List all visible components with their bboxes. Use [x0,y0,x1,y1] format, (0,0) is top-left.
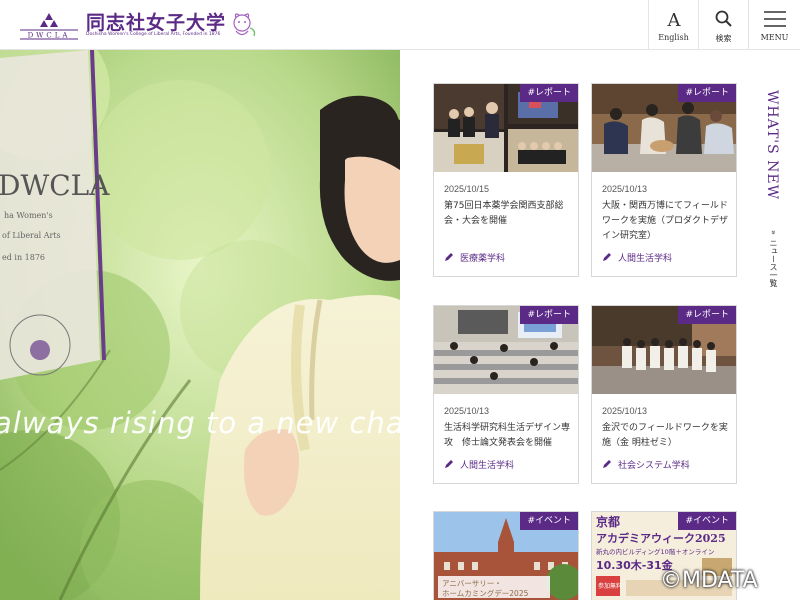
thumb-text-line: アニバーサリー・ [442,579,502,588]
language-button-label: English [658,33,689,42]
logo-name: 同志社女子大学 [86,12,227,34]
thumb-text-line: 新丸の内ビルディング10階＋オンライン [596,547,714,556]
hero-banner-line-1: ha Women's [4,211,53,220]
news-date: 2025/10/15 [444,184,490,194]
news-title[interactable]: 大阪・関西万博にてフィールドワークを実施（プロダクトデザイン研究室） [602,199,730,244]
pencil-icon [445,460,453,468]
news-category[interactable]: 医療薬学科 [444,251,505,264]
thumb-text-line: ホームカミングデー2025 [442,588,529,598]
hero-tagline: always rising to a new challe [0,406,400,440]
search-button[interactable]: 検索 [698,0,748,50]
news-section: #レポート 2025/10/15 第75回日本薬学会関西支部総会・大会を開催 医… [400,50,800,600]
news-card[interactable]: アニバーサリー・ ホームカミングデー2025 #イベント [433,511,579,600]
news-category-label: 人間生活学科 [618,254,673,264]
news-date: 2025/10/13 [444,406,490,416]
hero-visual: DWCLA ha Women's of Liberal Arts ed in 1… [0,50,400,600]
site-header: DWCLA 同志社女子大学 Doshisha Women's College o… [0,0,800,50]
thumb-text-line: 参加無料 [598,582,622,590]
news-tag[interactable]: #レポート [520,306,578,324]
pencil-icon [445,253,453,261]
search-icon [715,10,732,27]
news-list-label: ニュース一覧 [769,238,778,287]
news-thumbnail: アニバーサリー・ ホームカミングデー2025 #イベント [434,512,578,600]
news-category-label: 医療薬学科 [460,254,506,264]
double-chevron-icon: » [769,230,778,235]
news-thumbnail: #レポート [592,84,736,172]
news-date: 2025/10/13 [602,184,648,194]
hero-banner-line-2: of Liberal Arts [2,231,61,240]
language-button[interactable]: A English [648,0,698,50]
svg-text:A: A [667,10,682,29]
news-card[interactable]: #レポート 2025/10/13 金沢でのフィールドワークを実施（金 明柱ゼミ）… [591,305,737,484]
news-thumbnail: #レポート [434,306,578,394]
logo-mark-text: DWCLA [28,32,71,40]
news-tag[interactable]: #レポート [678,84,736,102]
menu-button[interactable]: MENU [748,0,800,50]
thumb-text-line: 京都 [596,514,620,529]
news-title[interactable]: 第75回日本薬学会関西支部総会・大会を開催 [444,199,572,229]
news-category[interactable]: 人間生活学科 [602,251,672,264]
logo-subtitle: Doshisha Women's College of Liberal Arts… [86,32,221,37]
pencil-icon [603,253,611,261]
news-tag[interactable]: #レポート [678,306,736,324]
whats-new-heading: WHAT'S NEW [764,90,780,201]
dwcla-emblem-icon: DWCLA [20,13,78,40]
hero-banner-text: DWCLA [0,169,110,202]
news-category[interactable]: 人間生活学科 [444,458,514,471]
letter-a-icon: A [667,10,682,29]
news-tag[interactable]: #レポート [520,84,578,102]
thumb-text-line: アカデミアウィーク2025 [596,531,726,545]
news-date: 2025/10/13 [602,406,648,416]
pencil-icon [603,460,611,468]
menu-button-label: MENU [760,33,789,42]
news-title[interactable]: 金沢でのフィールドワークを実施（金 明柱ゼミ） [602,421,730,451]
news-category-label: 社会システム学科 [618,461,690,471]
mascot-icon [233,13,256,37]
news-tag[interactable]: #イベント [520,512,578,530]
news-category[interactable]: 社会システム学科 [602,458,690,471]
news-card[interactable]: #レポート 2025/10/15 第75回日本薬学会関西支部総会・大会を開催 医… [433,83,579,277]
site-logo[interactable]: DWCLA 同志社女子大学 Doshisha Women's College o… [18,8,258,42]
news-category-label: 人間生活学科 [460,461,515,471]
news-title[interactable]: 生活科学研究科生活デザイン専攻 修士論文発表会を開催 [444,421,572,451]
news-tag[interactable]: #イベント [678,512,736,530]
hamburger-icon [764,11,786,27]
hero-photo: DWCLA ha Women's of Liberal Arts ed in 1… [0,50,400,600]
search-button-label: 検索 [715,34,732,43]
news-list-link[interactable]: » ニュース一覧 [763,230,779,320]
news-thumbnail: #レポート [434,84,578,172]
copyright-watermark: ©MDATA [660,568,758,593]
news-card[interactable]: #レポート 2025/10/13 大阪・関西万博にてフィールドワークを実施（プロ… [591,83,737,277]
news-thumbnail: #レポート [592,306,736,394]
hero-banner-line-3: ed in 1876 [2,253,45,262]
news-card[interactable]: #レポート 2025/10/13 生活科学研究科生活デザイン専攻 修士論文発表会… [433,305,579,484]
